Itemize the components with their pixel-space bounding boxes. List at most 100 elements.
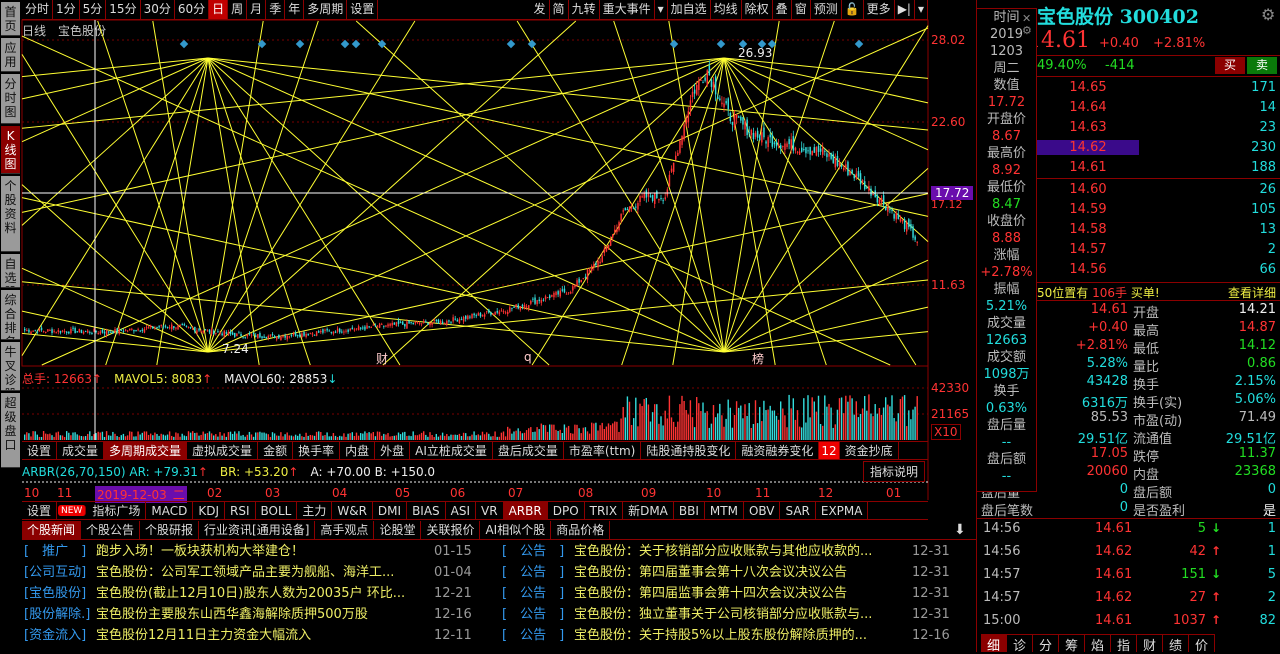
volume-tab[interactable]: 12 (819, 442, 840, 459)
news-title-link[interactable]: 宝色股份12月11日主力资金大幅流入 (96, 625, 432, 646)
orderbook-price[interactable]: 14.64 (1037, 100, 1139, 115)
indicator-tab[interactable]: 指标广场 (87, 502, 147, 519)
ranking-marker[interactable]: 榜 (752, 350, 764, 367)
news-tag[interactable]: [ 公告 ] (502, 541, 564, 562)
volume-tab[interactable]: 陆股通持股变化 (641, 442, 737, 459)
indicator-tab[interactable]: VR (476, 502, 504, 519)
indicator-tab[interactable]: ARBR (503, 502, 548, 519)
event-diamond-icon[interactable] (295, 39, 305, 49)
volume-tab[interactable]: 成交量 (57, 442, 105, 459)
indicator-tab[interactable]: SAR (780, 502, 816, 519)
orderbook-price[interactable]: 14.63 (1037, 120, 1139, 135)
event-diamond-icon[interactable] (669, 39, 679, 49)
indicator-tab[interactable]: OBV (744, 502, 781, 519)
indicator-tab[interactable]: DMI (373, 502, 408, 519)
news-tab[interactable]: AI相似个股 (480, 521, 552, 539)
panel-tab[interactable]: 细 (981, 635, 1007, 654)
view-detail-link[interactable]: 查看详细 (1228, 284, 1276, 301)
indicator-tab[interactable]: BOLL (256, 502, 298, 519)
news-tab[interactable]: 关联报价 (421, 521, 481, 539)
news-tab[interactable]: 商品价格 (551, 521, 611, 539)
sell-button[interactable]: 卖 (1247, 57, 1277, 74)
indicator-tab[interactable]: RSI (225, 502, 256, 519)
orderbook-price[interactable]: 14.65 (1037, 80, 1139, 95)
volume-tab[interactable]: 设置 (22, 442, 58, 459)
big-order-alert[interactable]: 50位置有 106手 买单! (1037, 284, 1160, 301)
news-title-link[interactable]: 宝色股份(截止12月10日)股东人数为20035户 环比... (96, 583, 432, 604)
news-tab[interactable]: 行业资讯[通用设备] (199, 521, 316, 539)
news-tab[interactable]: 个股新闻 (22, 521, 82, 539)
news-tag[interactable]: [ 公告 ] (502, 604, 564, 625)
volume-tab[interactable]: 内盘 (340, 442, 376, 459)
news-title-link[interactable]: 宝色股份：公司军工领域产品主要为舰船、海洋工... (96, 562, 432, 583)
volume-tab[interactable]: 市盈率(ttm) (564, 442, 642, 459)
panel-tab[interactable]: 指 (1111, 635, 1137, 654)
orderbook-price[interactable]: 14.58 (1037, 222, 1139, 237)
orderbook-price[interactable]: 14.62 (1037, 140, 1139, 155)
indicator-tab[interactable]: TRIX (585, 502, 624, 519)
event-diamond-icon[interactable] (716, 39, 726, 49)
news-title-link[interactable]: 宝色股份：关于核销部分应收账款与其他应收款的... (574, 541, 910, 562)
news-tag[interactable]: [资金流入] (24, 625, 86, 646)
indicator-tab[interactable]: KDJ (193, 502, 225, 519)
settings-icon[interactable]: ⚙ (1022, 24, 1032, 37)
news-tag[interactable]: [ 推广 ] (24, 541, 86, 562)
indicator-tab[interactable]: BBI (674, 502, 705, 519)
news-title-link[interactable]: 宝色股份：第四届监事会第十四次会议决议公告 (574, 583, 910, 604)
news-tag[interactable]: [ 公告 ] (502, 562, 564, 583)
indicator-tab[interactable]: ASI (446, 502, 477, 519)
orderbook-price[interactable]: 14.57 (1037, 242, 1139, 257)
news-title-link[interactable]: 跑步入场！一板块获机构大举建仓！ (96, 541, 432, 562)
orderbook-price[interactable]: 14.61 (1037, 160, 1139, 175)
panel-tab[interactable]: 分 (1033, 635, 1059, 654)
indicator-tab[interactable]: MACD (146, 502, 194, 519)
volume-tab[interactable]: 外盘 (375, 442, 411, 459)
new-badge[interactable]: NEW (58, 505, 87, 516)
orderbook-price[interactable]: 14.56 (1037, 262, 1139, 277)
news-tag[interactable]: [ 公告 ] (502, 625, 564, 646)
news-tab[interactable]: 个股研报 (140, 521, 200, 539)
news-tag[interactable]: [宝色股份] (24, 583, 86, 604)
panel-tab[interactable]: 诊 (1007, 635, 1033, 654)
panel-tab[interactable]: 财 (1137, 635, 1163, 654)
volume-tab[interactable]: 金额 (258, 442, 294, 459)
volume-tab[interactable]: AI立桩成交量 (410, 442, 493, 459)
indicator-tab[interactable]: MTM (705, 502, 744, 519)
volume-tab[interactable]: 虚拟成交量 (187, 442, 259, 459)
news-title-link[interactable]: 宝色股份：独立董事关于公司核销部分应收账款与... (574, 604, 910, 625)
panel-tab[interactable]: 焰 (1085, 635, 1111, 654)
volume-tab[interactable]: 换手率 (293, 442, 341, 459)
event-diamond-icon[interactable] (351, 39, 361, 49)
orderbook-price[interactable]: 14.59 (1037, 202, 1139, 217)
event-diamond-icon[interactable] (527, 39, 537, 49)
panel-tab[interactable]: 筹 (1059, 635, 1085, 654)
indicator-help-button[interactable]: 指标说明 (863, 461, 926, 482)
event-diamond-icon[interactable] (340, 39, 350, 49)
panel-tab[interactable]: 价 (1189, 635, 1215, 654)
indicator-tab[interactable]: 主力 (297, 502, 333, 519)
panel-tab[interactable]: 绩 (1163, 635, 1189, 654)
volume-tab[interactable]: 资金抄底 (840, 442, 899, 459)
orderbook-price[interactable]: 14.60 (1037, 182, 1139, 197)
event-diamond-icon[interactable] (854, 39, 864, 49)
indicator-tab[interactable]: BIAS (407, 502, 446, 519)
news-tag[interactable]: [公司互动] (24, 562, 86, 583)
gear-icon[interactable]: ⚙ (1261, 5, 1275, 24)
news-title-link[interactable]: 宝色股份：第四届董事会第十八次会议决议公告 (574, 562, 910, 583)
news-title-link[interactable]: 宝色股份：关于持股5%以上股东股份解除质押的... (574, 625, 910, 646)
event-diamond-icon[interactable] (179, 39, 189, 49)
indicator-tab[interactable]: DPO (548, 502, 585, 519)
news-tab[interactable]: 高手观点 (315, 521, 375, 539)
volume-tab[interactable]: 多周期成交量 (104, 442, 188, 459)
news-tab[interactable]: 论股堂 (374, 521, 422, 539)
news-title-link[interactable]: 宝色股份主要股东山西华鑫海解除质押500万股 (96, 604, 432, 625)
volume-tab[interactable]: 盘后成交量 (493, 442, 564, 459)
finance-marker[interactable]: 财 (376, 350, 388, 367)
download-icon[interactable]: ⬇ (954, 522, 966, 538)
indicator-tab[interactable]: W&R (332, 502, 373, 519)
indicator-tab[interactable]: 设置 (22, 502, 58, 519)
indicator-tab[interactable]: 新DMA (623, 502, 674, 519)
event-diamond-icon[interactable] (506, 39, 516, 49)
volume-tab[interactable]: 融资融券变化 (736, 442, 820, 459)
news-tab[interactable]: 个股公告 (81, 521, 141, 539)
